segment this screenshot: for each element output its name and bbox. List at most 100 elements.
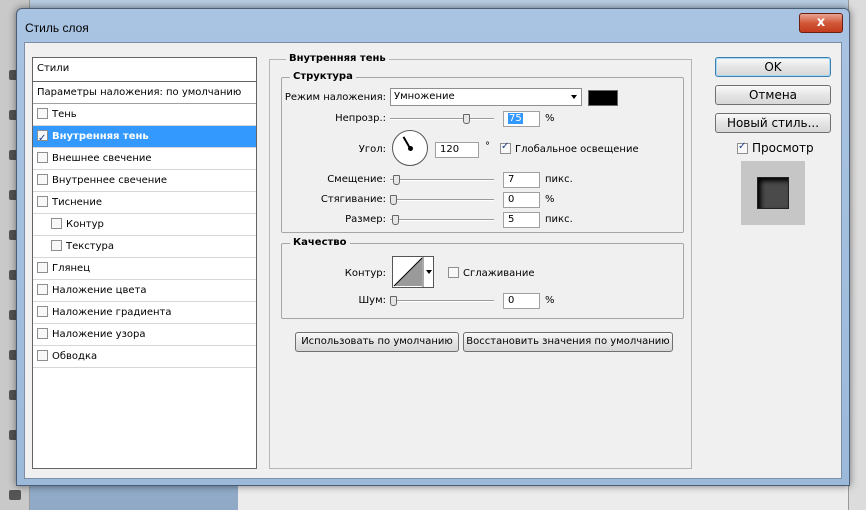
distance-input[interactable]: 7: [503, 172, 540, 188]
style-item-label: Наложение цвета: [52, 285, 147, 296]
cancel-button[interactable]: Отмена: [715, 85, 831, 105]
style-item-checkbox[interactable]: [51, 218, 62, 229]
choke-slider-thumb[interactable]: [390, 195, 397, 205]
chevron-down-icon: [571, 95, 577, 99]
structure-group-title: Структура: [290, 71, 356, 82]
antialias-label: Сглаживание: [463, 268, 535, 279]
opacity-value: 75: [508, 113, 523, 124]
angle-dial-center: [408, 146, 413, 151]
size-slider-thumb[interactable]: [392, 215, 399, 225]
quality-group-title: Качество: [290, 237, 350, 248]
style-item-label: Тиснение: [52, 197, 102, 208]
noise-slider-track: [390, 300, 494, 302]
style-item-label: Наложение градиента: [52, 307, 172, 318]
make-default-button[interactable]: Использовать по умолчанию: [295, 332, 459, 352]
opacity-slider[interactable]: [390, 114, 494, 124]
style-item-checkbox[interactable]: [37, 350, 48, 361]
global-light-label: Глобальное освещение: [515, 144, 639, 155]
distance-slider-thumb[interactable]: [393, 175, 400, 185]
style-item[interactable]: Внешнее свечение: [33, 148, 256, 170]
style-item[interactable]: Наложение градиента: [33, 302, 256, 324]
style-item[interactable]: Глянец: [33, 258, 256, 280]
distance-slider[interactable]: [390, 175, 494, 185]
global-light-checkbox[interactable]: [500, 141, 511, 154]
choke-input[interactable]: 0: [503, 192, 540, 208]
style-item-checkbox[interactable]: [37, 328, 48, 339]
ok-button[interactable]: OK: [715, 57, 831, 77]
angle-dial[interactable]: [392, 130, 428, 166]
style-item-checkbox[interactable]: [37, 152, 48, 163]
style-item-label: Обводка: [52, 351, 98, 362]
style-item[interactable]: Наложение цвета: [33, 280, 256, 302]
opacity-input[interactable]: 75: [503, 111, 540, 127]
panel-title: Внутренняя тень: [286, 53, 389, 64]
style-item[interactable]: Обводка: [33, 346, 256, 368]
style-item-checkbox[interactable]: [37, 108, 48, 119]
global-light-checkbox-row[interactable]: Глобальное освещение: [500, 141, 639, 155]
styles-list-header[interactable]: Стили: [33, 58, 256, 82]
style-item-label: Текстура: [66, 241, 115, 252]
preview-checkbox[interactable]: [737, 141, 748, 154]
style-item-checkbox[interactable]: [37, 306, 48, 317]
move-tool-icon: [9, 490, 21, 500]
antialias-checkbox-row[interactable]: Сглаживание: [448, 267, 534, 279]
structure-group: Структура Режим наложения: Умножение Неп…: [281, 71, 684, 233]
style-item-checkbox[interactable]: [37, 174, 48, 185]
opacity-unit: %: [545, 113, 555, 124]
size-slider-track: [390, 219, 494, 221]
style-item-checkbox[interactable]: [37, 128, 48, 150]
reset-default-button[interactable]: Восстановить значения по умолчанию: [463, 332, 673, 352]
layer-style-dialog: Стиль слоя x Стили Параметры наложения: …: [16, 8, 850, 486]
opacity-slider-track: [390, 118, 494, 120]
noise-input[interactable]: 0: [503, 293, 540, 309]
distance-slider-track: [390, 179, 494, 181]
preview-checkbox-row[interactable]: Просмотр: [737, 141, 814, 155]
style-item-checkbox[interactable]: [37, 284, 48, 295]
blending-options-item[interactable]: Параметры наложения: по умолчанию: [33, 82, 256, 104]
style-item[interactable]: Текстура: [33, 236, 256, 258]
close-icon: x: [816, 15, 826, 30]
choke-slider-track: [390, 199, 494, 201]
angle-unit: °: [485, 141, 490, 152]
style-preview-swatch: [757, 177, 789, 209]
antialias-checkbox[interactable]: [448, 267, 459, 278]
style-item[interactable]: Внутреннее свечение: [33, 170, 256, 192]
angle-label: Угол:: [358, 144, 386, 155]
background-right-panel: [848, 0, 866, 510]
size-label: Размер:: [345, 214, 386, 225]
size-slider[interactable]: [390, 215, 494, 225]
blend-mode-label: Режим наложения:: [284, 92, 386, 103]
style-item[interactable]: Наложение узора: [33, 324, 256, 346]
opacity-slider-thumb[interactable]: [463, 114, 470, 124]
noise-slider-thumb[interactable]: [390, 296, 397, 306]
style-item[interactable]: Тиснение: [33, 192, 256, 214]
style-item[interactable]: Внутренняя тень: [33, 126, 256, 150]
dialog-client-area: Стили Параметры наложения: по умолчанию …: [24, 42, 842, 479]
style-item-checkbox[interactable]: [37, 262, 48, 273]
choke-slider[interactable]: [390, 195, 494, 205]
blend-mode-value: Умножение: [394, 91, 455, 102]
styles-items: Тень Внутренняя тень Внешнее свечение Внутр…: [33, 104, 256, 368]
style-item-label: Наложение узора: [52, 329, 146, 340]
new-style-button[interactable]: Новый стиль...: [715, 113, 831, 133]
size-unit: пикс.: [545, 214, 573, 225]
style-item-label: Внутренняя тень: [52, 131, 149, 142]
style-preview-thumbnail: [741, 161, 805, 225]
noise-label: Шум:: [358, 295, 386, 306]
choke-unit: %: [545, 194, 555, 205]
noise-slider[interactable]: [390, 296, 494, 306]
angle-input[interactable]: 120: [435, 142, 479, 158]
style-item-checkbox[interactable]: [51, 240, 62, 251]
distance-unit: пикс.: [545, 174, 573, 185]
size-input[interactable]: 5: [503, 212, 540, 228]
style-item[interactable]: Контур: [33, 214, 256, 236]
blend-mode-select[interactable]: Умножение: [390, 88, 582, 106]
contour-picker[interactable]: [392, 256, 434, 288]
opacity-label: Непрозр.:: [335, 113, 386, 124]
shadow-color-swatch[interactable]: [588, 90, 618, 106]
style-item-label: Контур: [66, 219, 104, 230]
distance-label: Смещение:: [327, 174, 386, 185]
style-item[interactable]: Тень: [33, 104, 256, 126]
style-item-checkbox[interactable]: [37, 196, 48, 207]
close-button[interactable]: x: [799, 13, 843, 33]
